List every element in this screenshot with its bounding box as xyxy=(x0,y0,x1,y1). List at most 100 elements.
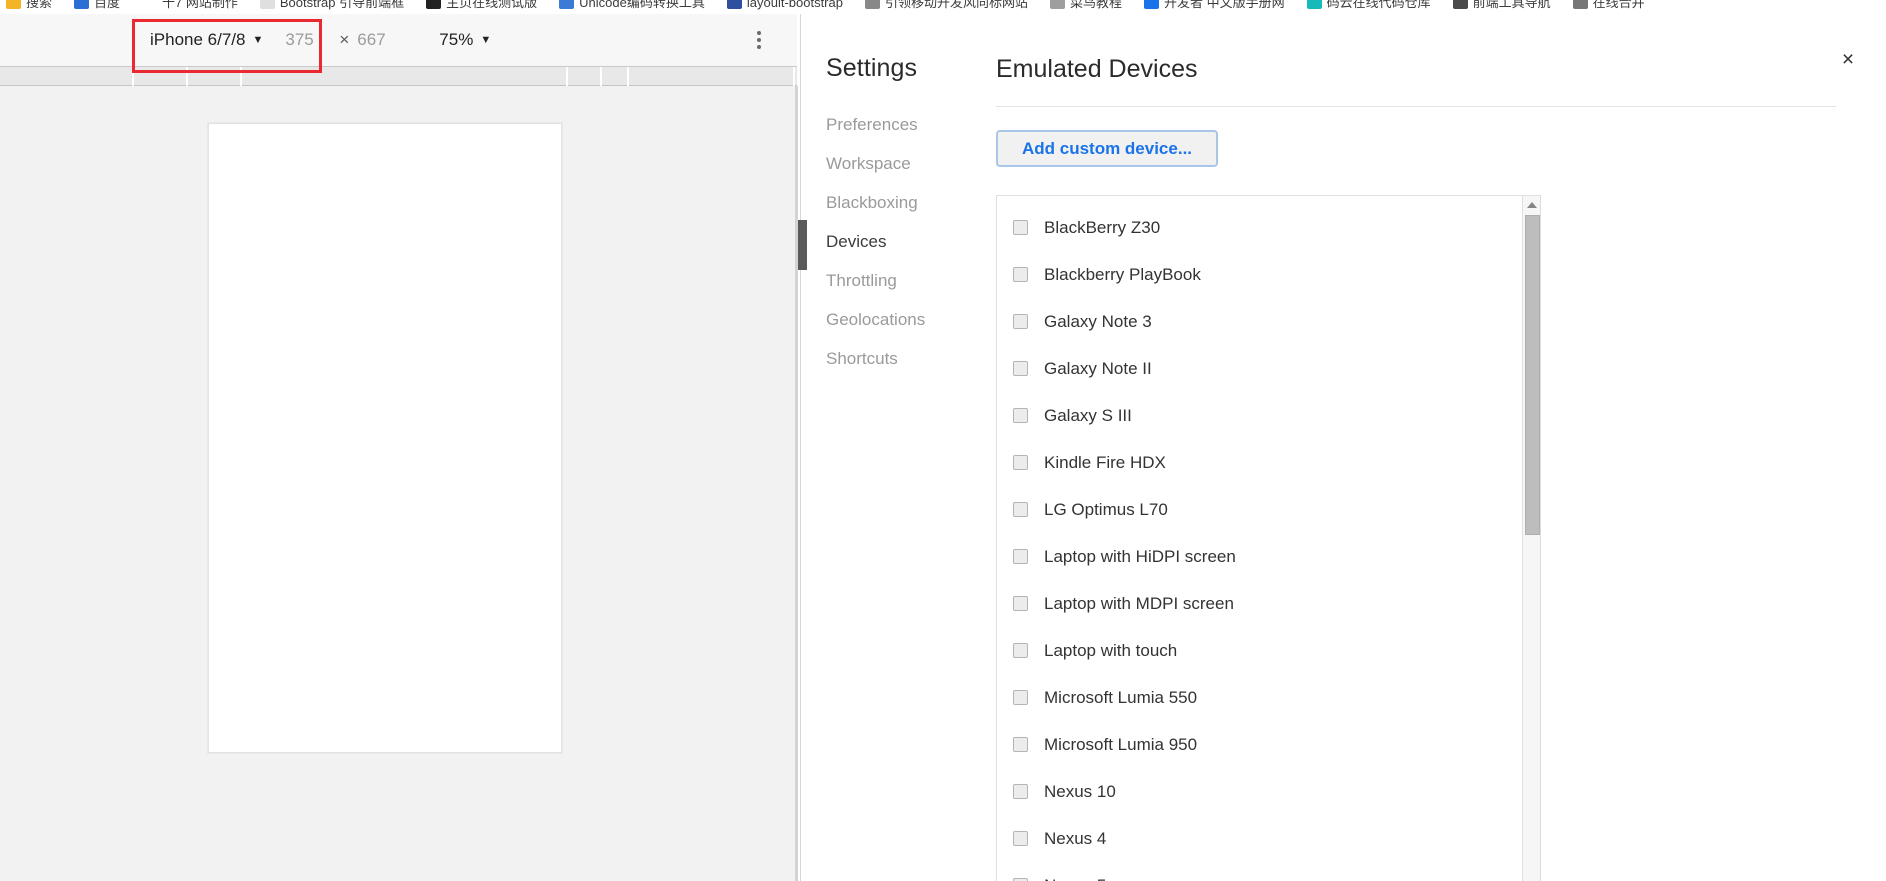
device-list-item[interactable]: Microsoft Lumia 550 xyxy=(997,674,1541,721)
viewport-height-input[interactable]: 667 xyxy=(357,30,403,50)
sidebar-item-devices[interactable]: Devices xyxy=(826,222,971,261)
scrollbar-thumb[interactable] xyxy=(1525,215,1540,535)
device-name-label: Laptop with HiDPI screen xyxy=(1044,547,1236,566)
favicon-icon xyxy=(1572,0,1588,10)
device-mode-toolbar: iPhone 6/7/8 ▼ 375 × 667 75% ▼ xyxy=(0,14,797,67)
bookmark-item[interactable]: 主页在线测试版 xyxy=(426,0,537,14)
checkbox-icon[interactable] xyxy=(1013,690,1028,705)
bookmark-item[interactable]: layouit-bootstrap xyxy=(726,0,843,14)
bookmark-label: 搜索 xyxy=(26,0,53,10)
device-name-label: Kindle Fire HDX xyxy=(1044,453,1166,472)
device-list-item[interactable]: Galaxy Note II xyxy=(997,345,1541,392)
viewport-width-input[interactable]: 375 xyxy=(285,30,331,50)
sidebar-item-workspace[interactable]: Workspace xyxy=(826,144,971,183)
chevron-down-icon: ▼ xyxy=(252,34,264,46)
devices-list-scrollbar[interactable] xyxy=(1522,196,1541,881)
favicon-icon xyxy=(426,0,442,10)
sidebar-item-geolocations[interactable]: Geolocations xyxy=(826,300,971,339)
sidebar-item-blackboxing[interactable]: Blackboxing xyxy=(826,183,971,222)
device-list-item[interactable]: Kindle Fire HDX xyxy=(997,439,1541,486)
checkbox-icon[interactable] xyxy=(1013,361,1028,376)
checkbox-icon[interactable] xyxy=(1013,267,1028,282)
device-list-item[interactable]: Laptop with MDPI screen xyxy=(997,580,1541,627)
device-name-label: LG Optimus L70 xyxy=(1044,500,1168,519)
device-list-item[interactable]: Laptop with touch xyxy=(997,627,1541,674)
device-list-item[interactable]: Blackberry PlayBook xyxy=(997,251,1541,298)
device-name-label: Laptop with touch xyxy=(1044,641,1178,660)
ruler-tick xyxy=(793,67,795,86)
checkbox-icon[interactable] xyxy=(1013,314,1028,329)
bookmark-item[interactable]: 菜鸟教程 xyxy=(1050,0,1122,14)
ruler-tick xyxy=(132,67,134,86)
favicon-icon xyxy=(864,0,880,10)
checkbox-icon[interactable] xyxy=(1013,549,1028,564)
favicon-icon xyxy=(142,0,158,10)
ruler-tick xyxy=(186,67,188,86)
checkbox-icon[interactable] xyxy=(1013,643,1028,658)
bookmark-item[interactable]: 开发者 中文版手册网 xyxy=(1144,0,1285,14)
content-heading: Emulated Devices xyxy=(996,55,1198,83)
device-list-item[interactable]: LG Optimus L70 xyxy=(997,486,1541,533)
bookmark-item[interactable]: 前端工具导航 xyxy=(1452,0,1551,14)
device-name-label: Blackberry PlayBook xyxy=(1044,265,1201,284)
device-name-label: Nexus 4 xyxy=(1044,829,1107,848)
panel-splitter[interactable] xyxy=(795,86,798,881)
device-list-item[interactable]: Microsoft Lumia 950 xyxy=(997,721,1541,768)
bookmark-label: 菜鸟教程 xyxy=(1070,0,1123,10)
device-name-label: Galaxy S III xyxy=(1044,406,1132,425)
sidebar-item-shortcuts[interactable]: Shortcuts xyxy=(826,339,971,378)
settings-body: Settings Preferences Workspace Blackboxi… xyxy=(801,14,1886,881)
device-list-item[interactable]: Laptop with HiDPI screen xyxy=(997,533,1541,580)
device-list-item[interactable]: Galaxy S III xyxy=(997,392,1541,439)
favicon-icon xyxy=(74,0,90,10)
bookmark-label: Unicode编码转换工具 xyxy=(579,0,705,10)
sidebar-item-preferences[interactable]: Preferences xyxy=(826,105,971,144)
settings-content: Emulated Devices Add custom device... Bl… xyxy=(971,54,1886,881)
bookmark-label: 十7 网站制作 xyxy=(162,0,238,10)
bookmark-item[interactable]: Unicode编码转换工具 xyxy=(559,0,705,14)
triangle-up-glyph xyxy=(1527,201,1537,208)
checkbox-icon[interactable] xyxy=(1013,831,1028,846)
bookmark-item[interactable]: 在线合并 xyxy=(1572,0,1645,14)
sidebar-item-throttling[interactable]: Throttling xyxy=(826,261,971,300)
bookmarks-bar: 搜索 百度 十7 网站制作 Bootstrap 引导前端框 主页在线测试版 Unicode… xyxy=(0,0,1886,14)
checkbox-icon[interactable] xyxy=(1013,502,1028,517)
bookmark-item[interactable]: 码云在线代码仓库 xyxy=(1306,0,1431,14)
checkbox-icon[interactable] xyxy=(1013,408,1028,423)
device-list-item[interactable]: Nexus 4 xyxy=(997,815,1541,862)
bookmark-item[interactable]: 引领移动开发风向标网站 xyxy=(864,0,1028,14)
emulated-devices-list: BlackBerry Z30 Blackberry PlayBook Galaxy … xyxy=(996,195,1541,881)
emulated-page-viewport[interactable] xyxy=(208,123,562,753)
device-list-item[interactable]: Galaxy Note 3 xyxy=(997,298,1541,345)
bookmark-label: 码云在线代码仓库 xyxy=(1326,0,1431,10)
bookmark-item[interactable]: 十7 网站制作 xyxy=(142,0,238,14)
bookmark-label: 开发者 中文版手册网 xyxy=(1164,0,1285,10)
bookmark-item[interactable]: Bootstrap 引导前端框 xyxy=(259,0,405,14)
checkbox-icon[interactable] xyxy=(1013,455,1028,470)
checkbox-icon[interactable] xyxy=(1013,784,1028,799)
favicon-icon xyxy=(1050,0,1065,10)
device-list-item[interactable]: BlackBerry Z30 xyxy=(997,204,1541,251)
bookmark-label: layouit-bootstrap xyxy=(746,0,843,10)
scroll-up-arrow-icon[interactable] xyxy=(1523,196,1541,213)
device-ruler-strip[interactable] xyxy=(0,67,797,86)
ruler-tick xyxy=(240,67,242,86)
kebab-menu-icon[interactable] xyxy=(750,29,768,51)
bookmark-item[interactable]: 百度 xyxy=(74,0,120,14)
bookmark-label: 百度 xyxy=(94,0,121,10)
checkbox-icon[interactable] xyxy=(1013,220,1028,235)
settings-panel: × Settings Preferences Workspace Blackbo… xyxy=(800,14,1886,881)
bookmark-label: Bootstrap 引导前端框 xyxy=(279,0,405,10)
device-selector-dropdown[interactable]: iPhone 6/7/8 ▼ xyxy=(150,30,263,50)
panel-resize-handle[interactable] xyxy=(798,220,807,270)
device-list-item[interactable]: Nexus 5 xyxy=(997,862,1541,881)
bookmark-item[interactable]: 搜索 xyxy=(6,0,52,14)
add-custom-device-button[interactable]: Add custom device... xyxy=(996,130,1218,167)
bookmark-label: 主页在线测试版 xyxy=(446,0,538,10)
checkbox-icon[interactable] xyxy=(1013,737,1028,752)
zoom-level-dropdown[interactable]: 75% ▼ xyxy=(439,30,491,50)
checkbox-icon[interactable] xyxy=(1013,596,1028,611)
device-name-label: Microsoft Lumia 550 xyxy=(1044,688,1198,707)
device-list-item[interactable]: Nexus 10 xyxy=(997,768,1541,815)
devtools-screenshot-root: 搜索 百度 十7 网站制作 Bootstrap 引导前端框 主页在线测试版 Unicode… xyxy=(0,0,1886,881)
